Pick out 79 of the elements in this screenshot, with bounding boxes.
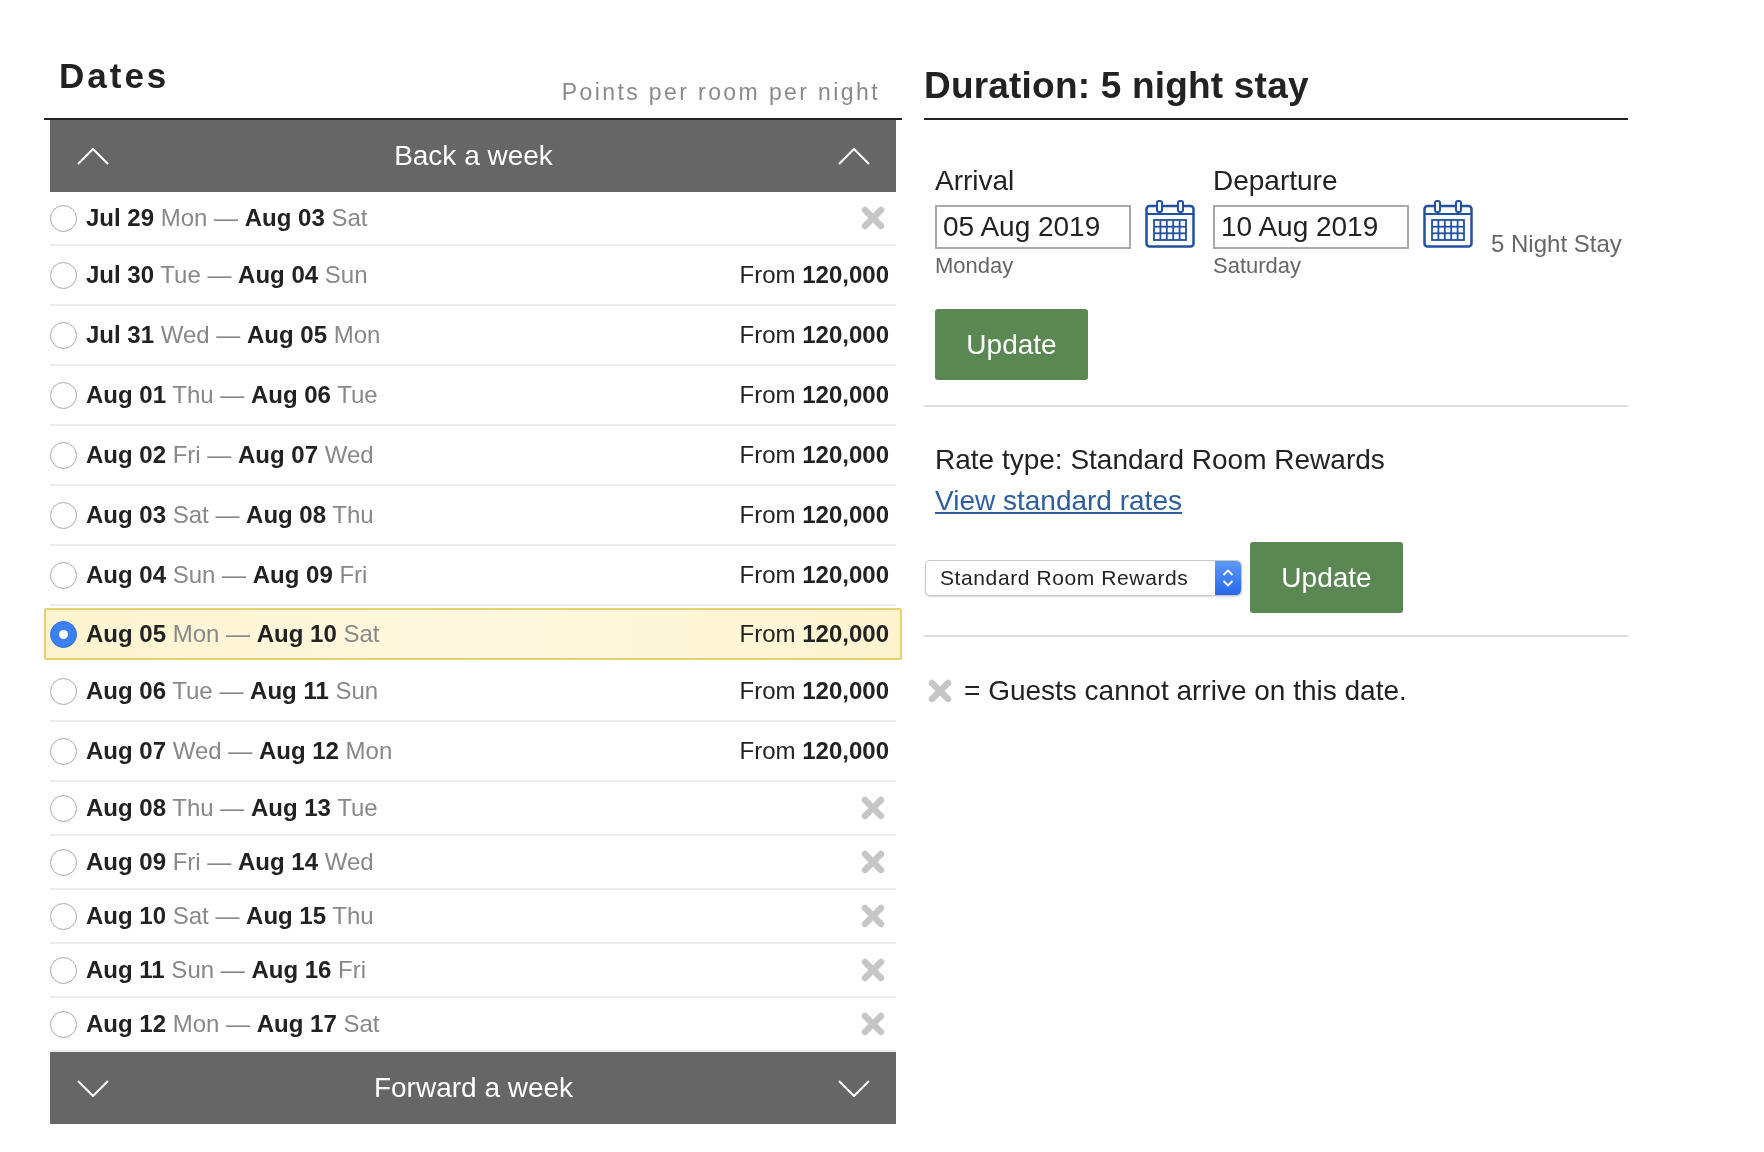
- date-range-text: Jul 30 Tue — Aug 04 Sun: [86, 260, 368, 290]
- rate-type-text: Rate type: Standard Room Rewards: [935, 443, 1386, 477]
- date-range-text: Aug 01 Thu — Aug 06 Tue: [86, 380, 378, 410]
- date-option-row[interactable]: Jul 31 Wed — Aug 05 Mon From 120,000: [50, 306, 896, 366]
- radio-button[interactable]: [50, 381, 77, 409]
- date-option-row[interactable]: Aug 10 Sat — Aug 15 Thu: [50, 890, 896, 944]
- date-option-row[interactable]: Aug 04 Sun — Aug 09 Fri From 120,000: [50, 546, 896, 606]
- date-option-row[interactable]: Aug 03 Sat — Aug 08 Thu From 120,000: [50, 486, 896, 546]
- date-option-row[interactable]: Jul 30 Tue — Aug 04 Sun From 120,000: [50, 246, 896, 306]
- chevron-up-icon: [838, 147, 870, 165]
- date-range-text: Aug 07 Wed — Aug 12 Mon: [86, 736, 393, 766]
- calendar-icon[interactable]: [1423, 200, 1473, 248]
- section-title: Duration: 5 night stay: [924, 64, 1309, 108]
- update-button[interactable]: Update: [935, 309, 1088, 380]
- date-range-text: Jul 29 Mon — Aug 03 Sat: [86, 203, 368, 233]
- forward-week-button[interactable]: Forward a week: [50, 1052, 896, 1124]
- date-range-text: Aug 03 Sat — Aug 08 Thu: [86, 500, 374, 530]
- weekday-text: Monday: [935, 253, 1015, 279]
- radio-button[interactable]: [50, 321, 77, 349]
- stay-length-text: 5 Night Stay: [1491, 229, 1622, 259]
- date-range-text: Aug 04 Sun — Aug 09 Fri: [86, 560, 368, 590]
- back-week-button[interactable]: Back a week: [50, 120, 896, 192]
- legend-text: = Guests cannot arrive on this date.: [964, 674, 1407, 708]
- field-label: Arrival: [935, 164, 1016, 198]
- chevron-down-icon: [838, 1079, 870, 1097]
- price-text: From 120,000: [739, 440, 889, 470]
- chevron-down-icon: [77, 1079, 109, 1097]
- date-range-text: Aug 12 Mon — Aug 17 Sat: [86, 1009, 380, 1039]
- price-text: From 120,000: [739, 560, 889, 590]
- radio-button[interactable]: [50, 204, 77, 232]
- date-option-row[interactable]: Aug 05 Mon — Aug 10 Sat From 120,000: [44, 608, 902, 660]
- weekday-text: Saturday: [1213, 253, 1303, 279]
- column-caption: Points per room per night: [561, 78, 880, 106]
- date-option-row[interactable]: Aug 02 Fri — Aug 07 Wed From 120,000: [50, 426, 896, 486]
- chevron-up-icon: [77, 147, 109, 165]
- date-option-row[interactable]: Aug 09 Fri — Aug 14 Wed: [50, 836, 896, 890]
- date-option-row[interactable]: Aug 07 Wed — Aug 12 Mon From 120,000: [50, 722, 896, 782]
- radio-button[interactable]: [50, 677, 77, 705]
- radio-button[interactable]: [50, 441, 77, 469]
- section-title: Dates: [59, 56, 170, 96]
- radio-button[interactable]: [50, 737, 77, 765]
- radio-button[interactable]: [50, 620, 77, 648]
- price-text: From 120,000: [739, 260, 889, 290]
- price-text: From 120,000: [739, 676, 889, 706]
- price-text: From 120,000: [739, 500, 889, 530]
- date-input[interactable]: 10 Aug 2019: [1213, 205, 1409, 249]
- date-range-text: Aug 02 Fri — Aug 07 Wed: [86, 440, 374, 470]
- radio-button[interactable]: [50, 261, 77, 289]
- date-range-text: Aug 10 Sat — Aug 15 Thu: [86, 901, 374, 931]
- date-option-row[interactable]: Aug 01 Thu — Aug 06 Tue From 120,000: [50, 366, 896, 426]
- rate-type-select[interactable]: Standard Room Rewards: [925, 559, 1242, 596]
- date-option-row[interactable]: Aug 06 Tue — Aug 11 Sun From 120,000: [50, 662, 896, 722]
- update-button[interactable]: Update: [1250, 542, 1403, 613]
- date-range-text: Aug 06 Tue — Aug 11 Sun: [86, 676, 379, 706]
- date-input[interactable]: 05 Aug 2019: [935, 205, 1131, 249]
- calendar-icon[interactable]: [1145, 200, 1195, 248]
- radio-button[interactable]: [50, 561, 77, 589]
- radio-button[interactable]: [50, 902, 77, 930]
- radio-button[interactable]: [50, 1010, 77, 1038]
- radio-button[interactable]: [50, 501, 77, 529]
- price-text: From 120,000: [739, 619, 889, 649]
- radio-button[interactable]: [50, 848, 77, 876]
- date-range-text: Aug 09 Fri — Aug 14 Wed: [86, 847, 374, 877]
- price-text: From 120,000: [739, 736, 889, 766]
- stepper-arrows-icon: [1215, 560, 1241, 595]
- date-range-text: Aug 08 Thu — Aug 13 Tue: [86, 793, 378, 823]
- cross-icon: [928, 679, 952, 703]
- date-option-row[interactable]: Aug 08 Thu — Aug 13 Tue: [50, 782, 896, 836]
- date-option-row[interactable]: Aug 11 Sun — Aug 16 Fri: [50, 944, 896, 998]
- date-range-text: Jul 31 Wed — Aug 05 Mon: [86, 320, 381, 350]
- date-range-text: Aug 05 Mon — Aug 10 Sat: [86, 619, 380, 649]
- view-rates-link[interactable]: View standard rates: [935, 484, 1182, 518]
- price-text: From 120,000: [739, 380, 889, 410]
- date-range-text: Aug 11 Sun — Aug 16 Fri: [86, 955, 367, 985]
- radio-button[interactable]: [50, 794, 77, 822]
- field-label: Departure: [1213, 164, 1339, 198]
- radio-button[interactable]: [50, 956, 77, 984]
- price-text: From 120,000: [739, 320, 889, 350]
- date-option-row[interactable]: Jul 29 Mon — Aug 03 Sat: [50, 192, 896, 246]
